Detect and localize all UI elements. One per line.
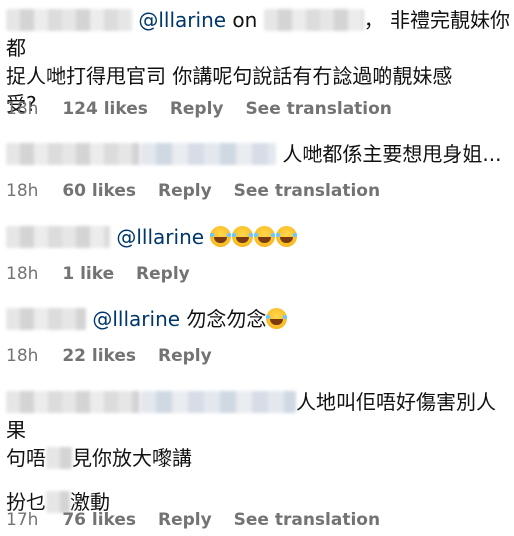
likes-count[interactable]: 22 likes [62, 345, 136, 367]
likes-count[interactable]: 60 likes [62, 180, 136, 202]
timestamp: 18h [6, 346, 39, 366]
comment-2-text: 人哋都係主要想甩身姐... [6, 140, 512, 168]
comment-4-meta: 18h 22 likes Reply [6, 345, 228, 367]
reply-button[interactable]: Reply [158, 345, 212, 367]
comment-5-meta: 17h 76 likes Reply See translation [6, 509, 396, 531]
comment-4-body: 勿念勿念 [180, 307, 267, 331]
redacted-username [6, 391, 140, 413]
laughing-emoji-icon [276, 226, 298, 247]
redacted-username [140, 391, 296, 413]
laughing-emoji-icon [254, 226, 276, 247]
see-translation-button[interactable]: See translation [234, 509, 380, 531]
laughing-emoji-icon [210, 226, 232, 247]
comment-4: @lllarine 勿念勿念 [6, 305, 512, 333]
reply-button[interactable]: Reply [158, 509, 212, 531]
comment-5-text: 人地叫佢唔好傷害別人果 句唔 見你放大嚟講 [6, 388, 512, 472]
timestamp: 18h [6, 181, 39, 201]
comment-3: @lllarine [6, 223, 512, 251]
redacted-username [6, 308, 86, 330]
redacted-username [140, 143, 276, 165]
comment-3-text: @lllarine [6, 223, 512, 251]
comment-2-body: 人哋都係主要想甩身姐... [282, 142, 502, 166]
comment-2: 人哋都係主要想甩身姐... [6, 140, 512, 168]
redacted-username [6, 143, 140, 165]
timestamp: 18h [6, 99, 39, 119]
redacted-word [46, 447, 72, 469]
likes-count[interactable]: 124 likes [62, 98, 148, 120]
comment-1-line2: 捉人哋打得甩官司 你講呢句說話有冇諗過啲靚妹感 [6, 64, 453, 88]
comment-1-meta: 18h 124 likes Reply See translation [6, 98, 408, 120]
reply-button[interactable]: Reply [136, 263, 190, 285]
reply-button[interactable]: Reply [158, 180, 212, 202]
likes-count[interactable]: 1 like [62, 263, 114, 285]
likes-count[interactable]: 76 likes [62, 509, 136, 531]
redacted-username [263, 9, 364, 31]
comment-1-on: on [226, 8, 264, 32]
comment-5: 人地叫佢唔好傷害別人果 句唔 見你放大嚟講 扮乜 激動 [6, 388, 512, 516]
timestamp: 17h [6, 510, 39, 530]
redacted-username [6, 226, 110, 248]
timestamp: 18h [6, 264, 39, 284]
see-translation-button[interactable]: See translation [245, 98, 391, 120]
laughing-emoji-icon [232, 226, 254, 247]
mention-link[interactable]: @lllarine [138, 8, 226, 32]
reply-button[interactable]: Reply [170, 98, 224, 120]
mention-link[interactable]: @lllarine [116, 225, 204, 249]
laughing-emoji-icon [266, 308, 288, 329]
comment-2-meta: 18h 60 likes Reply See translation [6, 180, 396, 202]
see-translation-button[interactable]: See translation [234, 180, 380, 202]
redacted-username [6, 9, 132, 31]
mention-link[interactable]: @lllarine [92, 307, 180, 331]
comment-5-line2a: 句唔 [6, 446, 46, 470]
comment-5-line2b: 見你放大嚟講 [72, 446, 192, 470]
comment-3-meta: 18h 1 like Reply [6, 263, 206, 285]
comment-4-text: @lllarine 勿念勿念 [6, 305, 512, 333]
